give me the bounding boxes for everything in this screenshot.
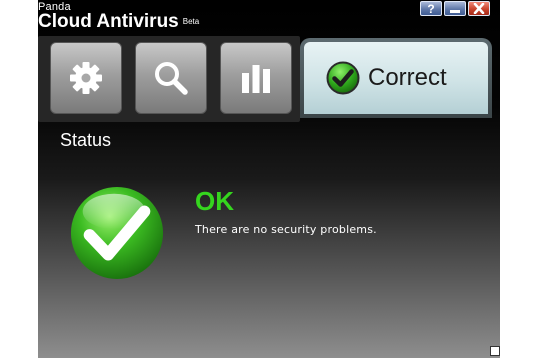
resize-grip[interactable] — [490, 346, 500, 356]
bar-chart-icon — [242, 65, 270, 93]
status-ok: OK — [195, 186, 234, 216]
status-message: There are no security problems. — [195, 223, 377, 236]
minimize-button[interactable] — [444, 1, 466, 16]
app-title-text: Cloud Antivirus — [38, 11, 179, 32]
minimize-icon — [450, 9, 460, 13]
help-icon: ? — [427, 1, 435, 16]
status-tab-label: Correct — [368, 64, 447, 91]
tab-settings[interactable] — [50, 42, 122, 114]
section-title: Status — [60, 130, 112, 150]
tab-status-correct[interactable]: Correct — [300, 38, 492, 118]
green-check-icon — [326, 61, 360, 95]
app-title: Cloud Antivirus Beta — [38, 11, 199, 33]
close-button[interactable] — [468, 1, 490, 16]
status-tab-body: Correct — [304, 42, 488, 114]
tab-scan[interactable] — [135, 42, 207, 114]
magnifier-icon — [155, 62, 188, 95]
tab-reports[interactable] — [220, 42, 292, 114]
ok-check-icon — [70, 186, 164, 280]
help-button[interactable]: ? — [420, 1, 442, 16]
app-window: Panda Cloud Antivirus Beta ? Correct Sta… — [38, 0, 500, 358]
beta-label: Beta — [182, 17, 200, 27]
window-controls: ? — [420, 1, 490, 16]
gear-icon — [70, 62, 102, 94]
close-icon — [473, 3, 485, 14]
